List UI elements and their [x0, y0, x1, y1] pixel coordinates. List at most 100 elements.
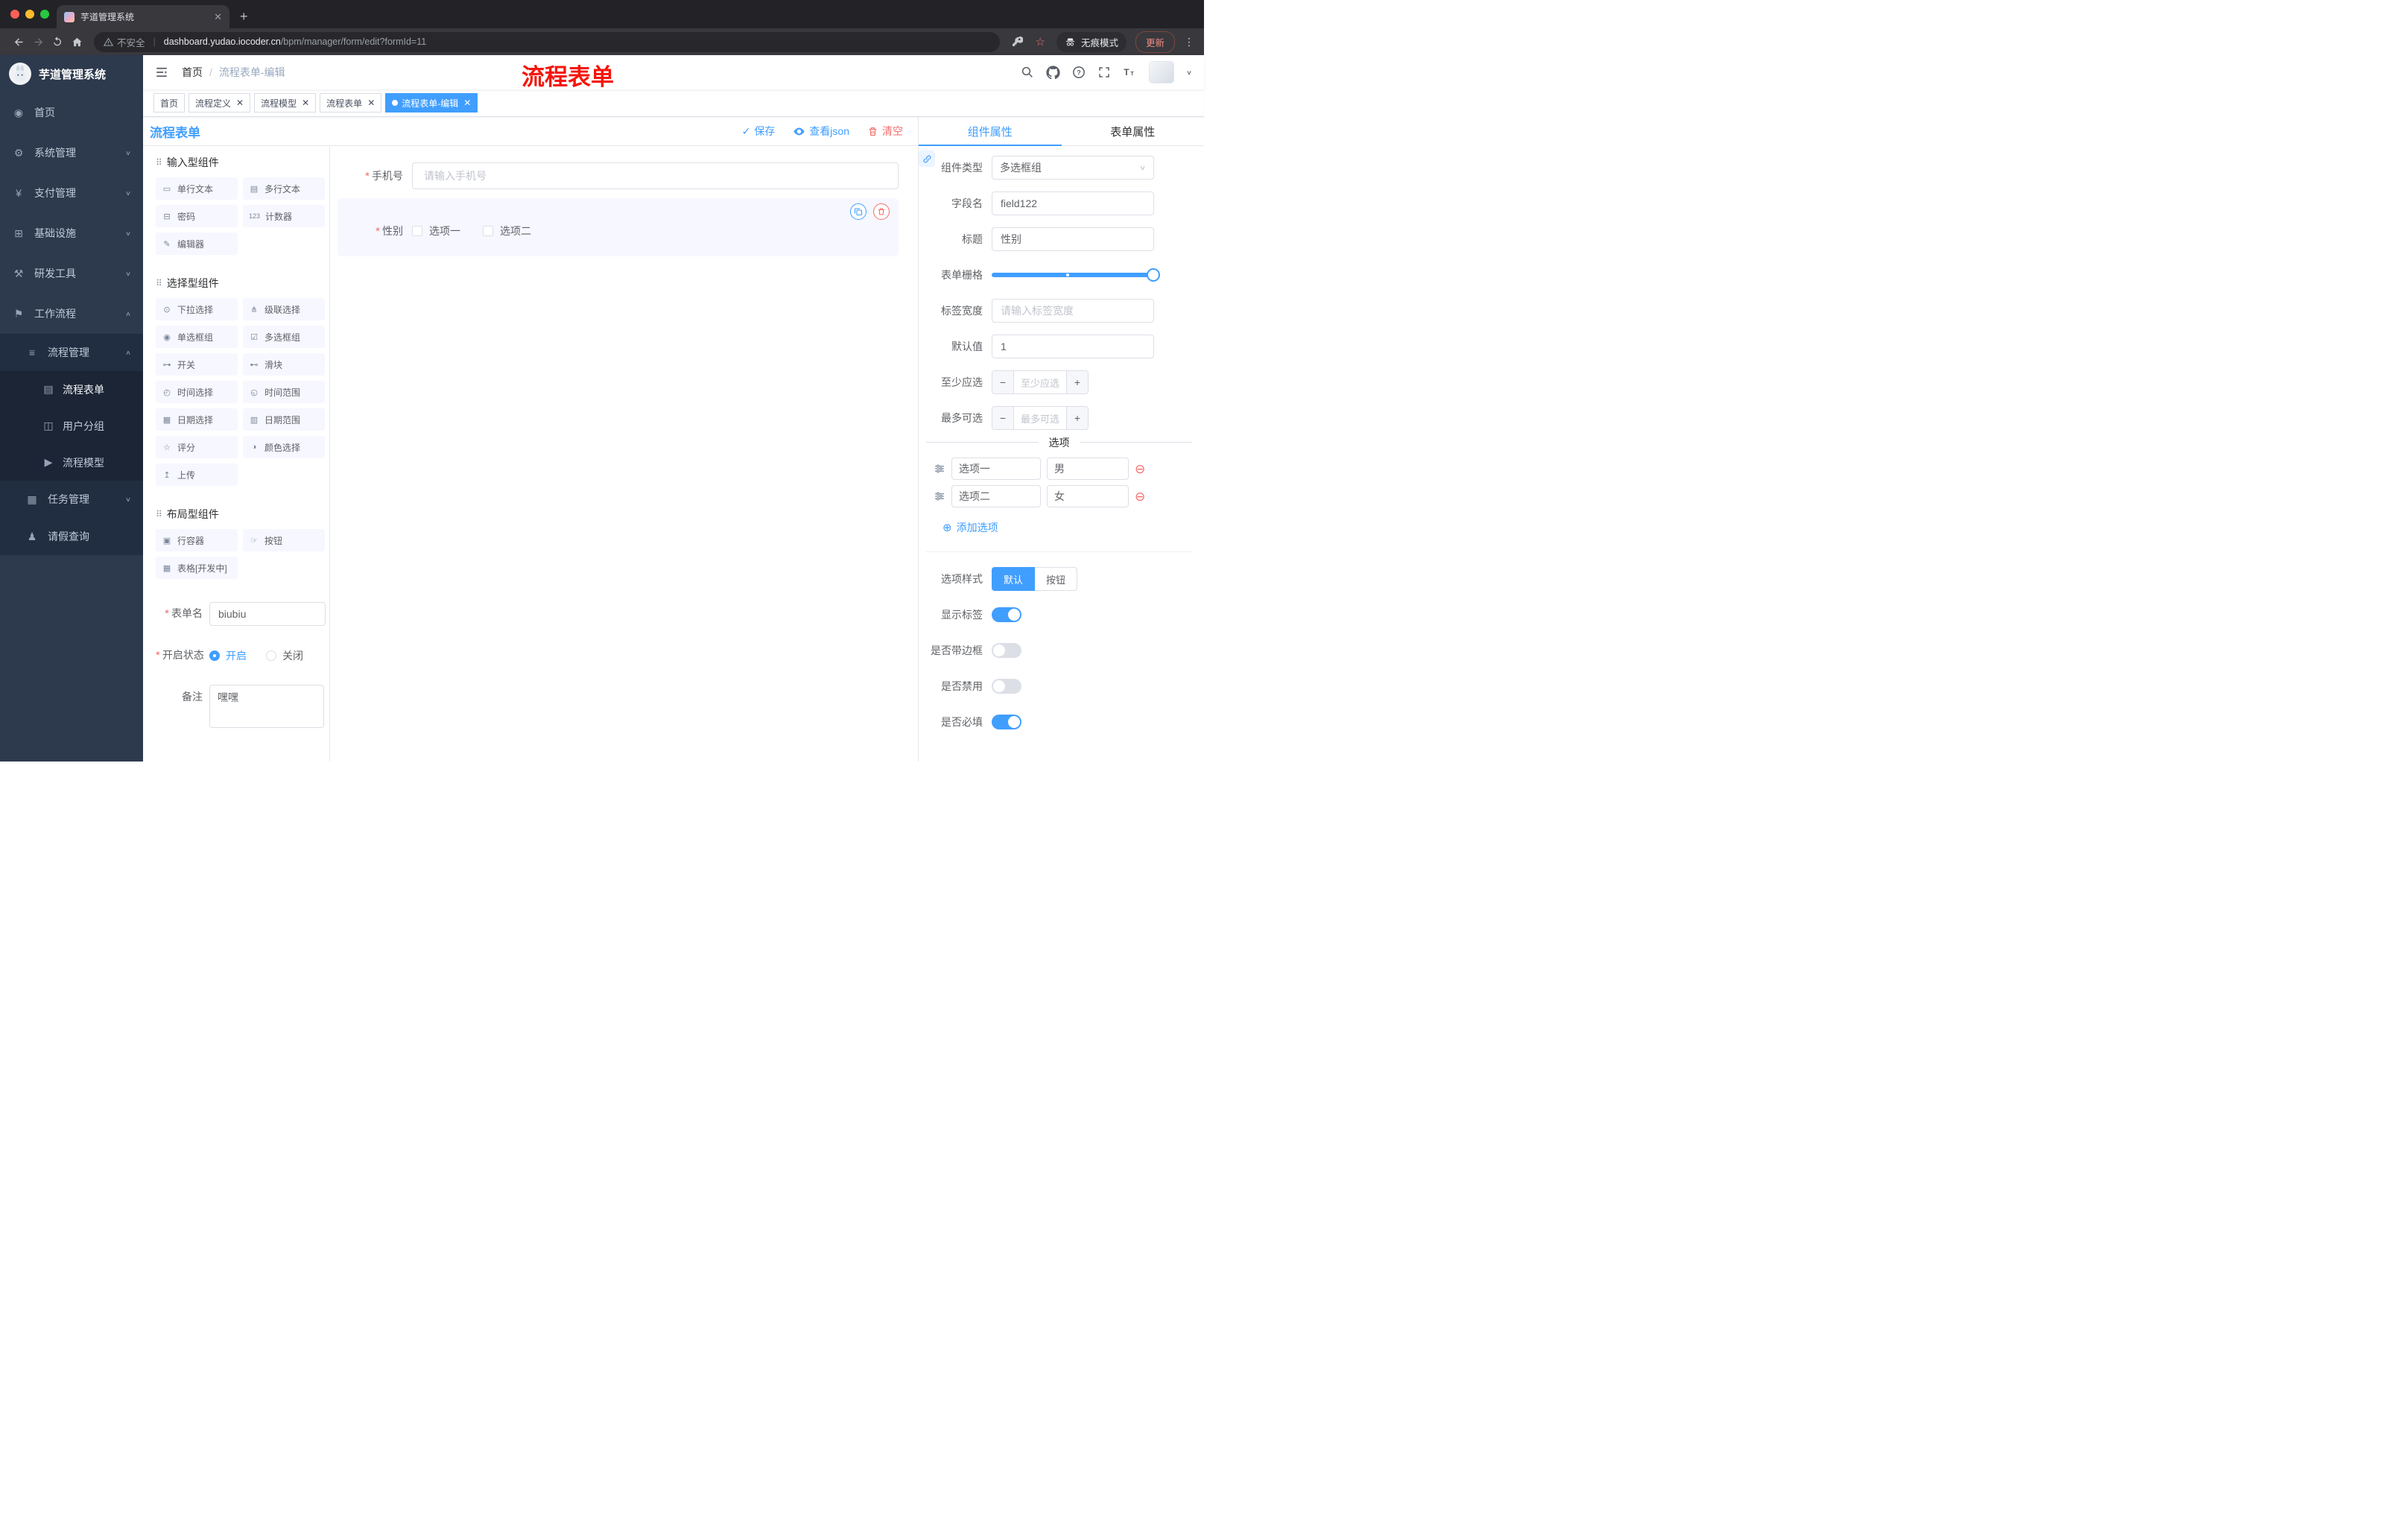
- tab-close-icon[interactable]: ✕: [214, 12, 222, 22]
- option-drag-icon[interactable]: [934, 490, 945, 502]
- slider-track[interactable]: [992, 273, 1154, 277]
- tag-close-icon[interactable]: ✕: [302, 98, 309, 107]
- palette-item-time-range[interactable]: ◵ 时间范围: [243, 381, 325, 403]
- tag-close-icon[interactable]: ✕: [367, 98, 375, 107]
- palette-item-radio-group[interactable]: ◉ 单选框组: [156, 326, 238, 348]
- tag-close-icon[interactable]: ✕: [463, 98, 471, 107]
- status-radio-off[interactable]: 关闭: [266, 648, 303, 663]
- save-button[interactable]: ✓ 保存: [742, 124, 776, 139]
- close-window-button[interactable]: [10, 10, 19, 19]
- sidebar-item-infrastructure[interactable]: ⊞ 基础设施 ∨: [0, 213, 143, 253]
- remove-option-icon[interactable]: ⊖: [1135, 490, 1145, 503]
- show-label-toggle[interactable]: [992, 607, 1021, 622]
- tab-form-props[interactable]: 表单属性: [1062, 117, 1205, 145]
- palette-item-textarea[interactable]: ▤ 多行文本: [243, 177, 325, 200]
- tag-process-model[interactable]: 流程模型 ✕: [254, 93, 317, 113]
- tag-process-form-edit[interactable]: 流程表单-编辑 ✕: [385, 93, 478, 113]
- field-name-input[interactable]: [992, 191, 1154, 215]
- incognito-chip[interactable]: 无痕模式: [1056, 31, 1127, 52]
- option-value-input[interactable]: [1047, 457, 1129, 480]
- tag-process-form[interactable]: 流程表单 ✕: [320, 93, 382, 113]
- home-icon[interactable]: [67, 32, 86, 51]
- update-button[interactable]: 更新: [1135, 31, 1175, 53]
- stepper-placeholder[interactable]: 最多可选: [1014, 407, 1066, 429]
- palette-item-password[interactable]: ⊟ 密码: [156, 205, 238, 227]
- canvas-field-gender-selected[interactable]: * 性别 选项一 选项二: [338, 198, 899, 256]
- sidebar-item-home[interactable]: ◉ 首页: [0, 92, 143, 133]
- border-toggle[interactable]: [992, 643, 1021, 658]
- sidebar-item-user-groups[interactable]: ◫ 用户分组: [0, 408, 143, 444]
- palette-item-date-picker[interactable]: ▦ 日期选择: [156, 408, 238, 431]
- palette-item-cascader[interactable]: ⋔ 级联选择: [243, 298, 325, 320]
- sidebar-item-process-model[interactable]: ▶ 流程模型: [0, 444, 143, 481]
- palette-item-checkbox-group[interactable]: ☑ 多选框组: [243, 326, 325, 348]
- status-radio-on[interactable]: 开启: [209, 648, 247, 663]
- palette-item-time-picker[interactable]: ◴ 时间选择: [156, 381, 238, 403]
- palette-item-counter[interactable]: 123 计数器: [243, 205, 325, 227]
- required-toggle[interactable]: [992, 715, 1021, 729]
- minimize-window-button[interactable]: [25, 10, 34, 19]
- breadcrumb-home[interactable]: 首页: [182, 65, 203, 80]
- address-bar[interactable]: 不安全 | dashboard.yudao.iocoder.cn/bpm/man…: [94, 31, 1000, 52]
- sidebar-item-devtools[interactable]: ⚒ 研发工具 ∨: [0, 253, 143, 294]
- bookmark-star-icon[interactable]: ☆: [1036, 35, 1045, 48]
- palette-item-slider[interactable]: ⊷ 滑块: [243, 353, 325, 376]
- new-tab-button[interactable]: +: [240, 10, 248, 23]
- sidebar-item-system[interactable]: ⚙ 系统管理 ∨: [0, 133, 143, 173]
- help-icon[interactable]: ?: [1072, 66, 1086, 79]
- tag-home[interactable]: 首页: [153, 93, 186, 113]
- palette-item-upload[interactable]: ↥ 上传: [156, 463, 238, 486]
- zoom-window-button[interactable]: [40, 10, 49, 19]
- minus-icon[interactable]: −: [992, 407, 1014, 429]
- component-type-select[interactable]: 多选框组 ∨: [992, 156, 1154, 180]
- minus-icon[interactable]: −: [992, 371, 1014, 393]
- palette-item-editor[interactable]: ✎ 编辑器: [156, 232, 238, 255]
- stepper-placeholder[interactable]: 至少应选: [1014, 371, 1066, 393]
- security-chip[interactable]: 不安全: [104, 35, 145, 49]
- slider-handle[interactable]: [1147, 268, 1160, 282]
- forward-icon[interactable]: [28, 32, 48, 51]
- app-logo[interactable]: 芋道管理系统: [0, 55, 143, 92]
- browser-tab[interactable]: 芋道管理系统 ✕: [57, 5, 229, 28]
- palette-item-text-input[interactable]: ▭ 单行文本: [156, 177, 238, 200]
- hamburger-icon[interactable]: [155, 66, 168, 79]
- tab-component-props[interactable]: 组件属性: [919, 117, 1062, 146]
- clear-button[interactable]: 清空: [867, 124, 903, 139]
- reload-icon[interactable]: [48, 32, 67, 51]
- copy-field-button[interactable]: [850, 203, 866, 220]
- palette-item-row-container[interactable]: ▣ 行容器: [156, 529, 238, 551]
- option-label-input[interactable]: [951, 485, 1041, 507]
- style-default-button[interactable]: 默认: [992, 567, 1036, 591]
- avatar[interactable]: [1148, 61, 1174, 83]
- search-icon[interactable]: [1021, 66, 1034, 79]
- sidebar-item-payment[interactable]: ¥ 支付管理 ∨: [0, 173, 143, 213]
- font-size-icon[interactable]: TT: [1123, 66, 1137, 79]
- option-value-input[interactable]: [1047, 485, 1129, 507]
- palette-item-rate[interactable]: ☆ 评分: [156, 436, 238, 458]
- remove-option-icon[interactable]: ⊖: [1135, 463, 1145, 475]
- plus-icon[interactable]: +: [1066, 407, 1088, 429]
- tag-close-icon[interactable]: ✕: [236, 98, 244, 107]
- add-option-button[interactable]: ⊕ 添加选项: [925, 513, 1194, 535]
- palette-item-button[interactable]: ☞ 按钮: [243, 529, 325, 551]
- default-value-input[interactable]: [992, 335, 1154, 358]
- avatar-caret-icon[interactable]: ∨: [1186, 69, 1192, 76]
- grid-slider[interactable]: [992, 263, 1160, 287]
- option-label-input[interactable]: [951, 457, 1041, 480]
- github-icon[interactable]: [1046, 65, 1060, 80]
- sidebar-item-process-form[interactable]: ▤ 流程表单: [0, 371, 143, 408]
- form-remark-input[interactable]: 嘿嘿: [209, 685, 324, 728]
- sidebar-item-task-management[interactable]: ▦ 任务管理 ∨: [0, 481, 143, 518]
- tag-process-definition[interactable]: 流程定义 ✕: [188, 93, 251, 113]
- palette-item-switch[interactable]: ⊶ 开关: [156, 353, 238, 376]
- palette-item-select[interactable]: ⊙ 下拉选择: [156, 298, 238, 320]
- palette-item-date-range[interactable]: ▥ 日期范围: [243, 408, 325, 431]
- sidebar-item-process-management[interactable]: ≡ 流程管理 ∧: [0, 334, 143, 371]
- checkbox-option-1[interactable]: 选项一: [412, 224, 460, 238]
- form-canvas[interactable]: * 手机号 请输入手机号 * 性别 选项一 选项二: [330, 146, 918, 762]
- disabled-toggle[interactable]: [992, 679, 1021, 694]
- plus-icon[interactable]: +: [1066, 371, 1088, 393]
- option-drag-icon[interactable]: [934, 463, 945, 475]
- label-width-input[interactable]: [992, 299, 1154, 323]
- sidebar-item-workflow[interactable]: ⚑ 工作流程 ∧: [0, 294, 143, 334]
